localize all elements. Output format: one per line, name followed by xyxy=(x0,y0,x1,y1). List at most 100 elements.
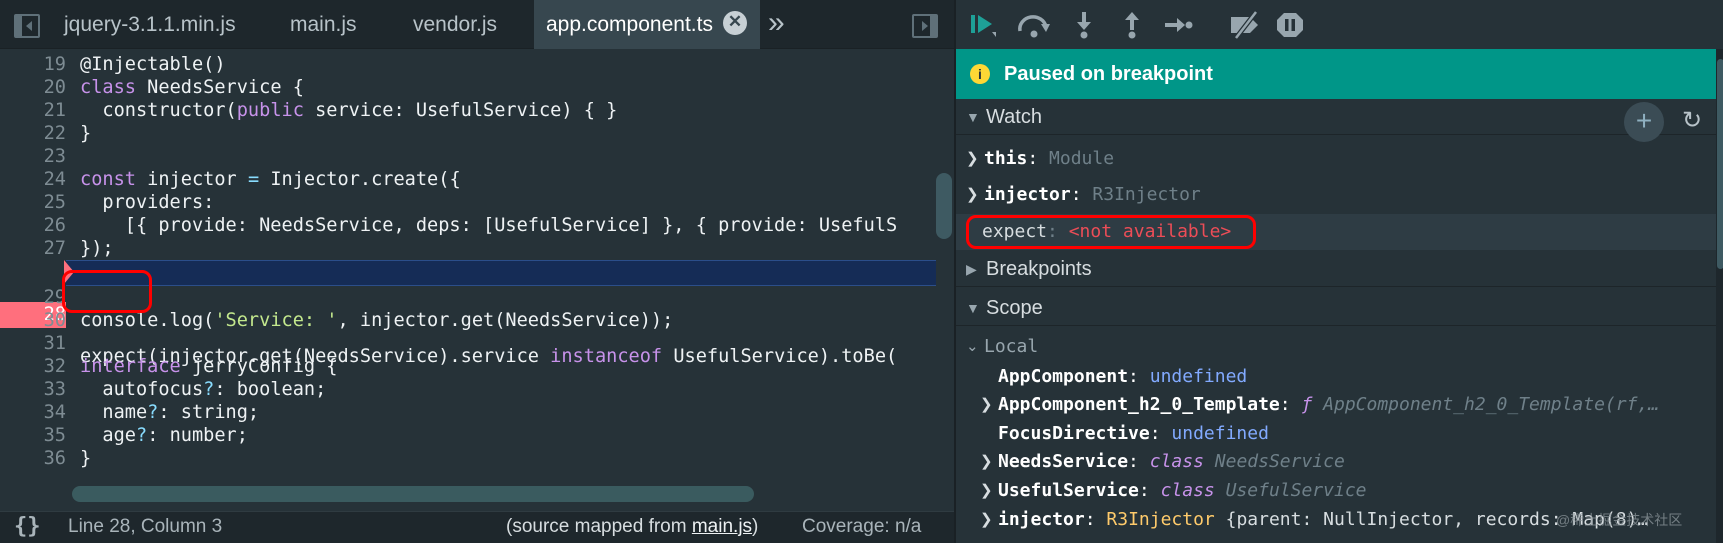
line-number[interactable]: 22 xyxy=(0,122,66,145)
line-number[interactable]: 24 xyxy=(0,168,66,191)
pretty-print-button[interactable]: {} xyxy=(14,512,41,542)
chevron-right-icon[interactable]: ❯ xyxy=(966,180,979,210)
scrollbar-thumb[interactable] xyxy=(1717,59,1723,269)
line-number[interactable]: 27 xyxy=(0,237,66,260)
tab-jquery[interactable]: jquery-3.1.1.min.js xyxy=(52,0,248,49)
code-line: 33 autofocus?: boolean; xyxy=(0,378,954,401)
code-text: constructor(public service: UsefulServic… xyxy=(80,100,618,121)
code-line: 21 constructor(public service: UsefulSer… xyxy=(0,99,954,122)
line-number[interactable]: 30 xyxy=(0,309,66,332)
code-text: name?: string; xyxy=(80,402,260,423)
line-number[interactable]: 31 xyxy=(0,332,66,355)
chevron-right-icon[interactable]: ❯ xyxy=(980,447,993,477)
code-line: 27}); xyxy=(0,237,954,260)
code-line: 22} xyxy=(0,122,954,145)
line-number[interactable]: 34 xyxy=(0,401,66,424)
code-line: 24 const injector = Injector.create({ xyxy=(0,168,954,191)
line-number[interactable]: 20 xyxy=(0,76,66,99)
resume-icon[interactable] xyxy=(968,10,1000,40)
code-area[interactable]: 19 @Injectable() 20 class NeedsService { 2… xyxy=(0,49,954,511)
scope-variable[interactable]: FocusDirective: undefined xyxy=(956,419,1716,449)
step-icon[interactable] xyxy=(1162,10,1194,40)
code-text: [{ provide: NeedsService, deps: [UsefulS… xyxy=(80,215,898,236)
step-over-icon[interactable] xyxy=(1014,10,1054,40)
chevron-right-icon[interactable]: ❯ xyxy=(980,390,993,420)
step-out-icon[interactable] xyxy=(1116,10,1148,40)
code-text: } xyxy=(80,123,92,144)
chevron-down-icon: ▼ xyxy=(966,109,980,125)
highlight-expect-annotation xyxy=(62,270,152,313)
code-line: 34 name?: string; xyxy=(0,401,954,424)
info-icon: i xyxy=(970,64,990,84)
scope-variable[interactable]: ❯ UsefulService: class UsefulService xyxy=(956,476,1716,506)
watermark: @稀土掘金技术社区 xyxy=(1556,512,1683,528)
paused-banner: i Paused on breakpoint xyxy=(956,49,1716,99)
scope-variable[interactable]: AppComponent: undefined xyxy=(956,362,1716,392)
paused-label: Paused on breakpoint xyxy=(1004,63,1213,85)
tab-main-js[interactable]: main.js xyxy=(278,0,369,49)
current-line-highlight xyxy=(66,260,936,286)
line-number[interactable]: 23 xyxy=(0,145,66,168)
chevron-right-icon[interactable]: ❯ xyxy=(980,476,993,506)
code-text: } xyxy=(80,448,92,469)
code-line: 19 @Injectable() xyxy=(0,53,954,76)
line-number[interactable]: 21 xyxy=(0,99,66,122)
code-line: 25 providers: xyxy=(0,191,954,214)
watch-title: Watch xyxy=(986,106,1042,128)
line-number[interactable]: 36 xyxy=(0,447,66,470)
watch-item[interactable]: ❯ injector: R3Injector xyxy=(956,180,1716,210)
chevron-right-icon: ▶ xyxy=(966,261,977,277)
cursor-position: Line 28, Column 3 xyxy=(68,516,223,537)
more-tabs-icon[interactable]: » xyxy=(768,0,785,46)
source-editor: jquery-3.1.1.min.js main.js vendor.js ap… xyxy=(0,0,954,543)
code-line: 31 xyxy=(0,332,954,355)
chevron-down-icon[interactable]: ⌄ xyxy=(966,332,979,362)
close-tab-icon[interactable]: ✕ xyxy=(722,11,747,36)
code-line: 26 [{ provide: NeedsService, deps: [Usef… xyxy=(0,214,954,237)
line-number[interactable]: 33 xyxy=(0,378,66,401)
scope-variable[interactable]: ❯ NeedsService: class NeedsService xyxy=(956,447,1716,477)
line-number[interactable]: 32 xyxy=(0,355,66,378)
line-number[interactable]: 29 xyxy=(0,286,66,309)
line-number[interactable]: 25 xyxy=(0,191,66,214)
coverage-status: Coverage: n/a xyxy=(802,516,922,537)
scope-variable[interactable]: ❯ AppComponent_h2_0_Template: ƒ AppCompo… xyxy=(956,390,1716,420)
code-text: @Injectable() xyxy=(80,54,226,75)
code-text: }); xyxy=(80,238,114,259)
step-into-icon[interactable] xyxy=(1068,10,1100,40)
debugger-vertical-scrollbar[interactable] xyxy=(1716,49,1723,543)
code-line: 20 class NeedsService { xyxy=(0,76,954,99)
editor-tab-bar: jquery-3.1.1.min.js main.js vendor.js ap… xyxy=(0,0,954,49)
chevron-down-icon: ▼ xyxy=(966,300,980,316)
toggle-debugger-icon[interactable] xyxy=(912,14,938,38)
tab-app-component-ts[interactable]: app.component.ts ✕ xyxy=(534,0,760,49)
add-watch-expression-button[interactable]: + xyxy=(1624,102,1664,142)
code-text: age?: number; xyxy=(80,425,248,446)
watch-section-header[interactable]: ▼ Watch xyxy=(956,99,1716,135)
breakpoints-section-header[interactable]: ▶ Breakpoints xyxy=(956,251,1716,287)
breakpoints-title: Breakpoints xyxy=(986,258,1092,280)
chevron-right-icon[interactable]: ❯ xyxy=(980,505,993,535)
tab-vendor-js[interactable]: vendor.js xyxy=(401,0,509,49)
code-line: 36} xyxy=(0,447,954,470)
source-map-link[interactable]: main.js xyxy=(692,516,752,537)
code-text: autofocus?: boolean; xyxy=(80,379,327,400)
deactivate-breakpoints-icon[interactable] xyxy=(1228,10,1262,40)
watch-item[interactable]: ❯ this: Module xyxy=(956,144,1716,174)
scope-title: Scope xyxy=(986,297,1043,319)
editor-vertical-scrollbar[interactable] xyxy=(936,173,952,239)
code-text: class NeedsService { xyxy=(80,77,304,98)
refresh-watch-icon[interactable]: ↻ xyxy=(1676,104,1708,138)
line-number[interactable]: 19 xyxy=(0,53,66,76)
code-line: 32 interface jerryConfig { xyxy=(0,355,954,378)
pause-on-exceptions-icon[interactable] xyxy=(1274,10,1306,40)
toggle-navigator-icon[interactable] xyxy=(14,14,40,38)
highlight-expect-watch xyxy=(966,215,1256,249)
scope-local-header[interactable]: ⌄ Local xyxy=(956,332,1716,362)
line-number[interactable]: 35 xyxy=(0,424,66,447)
scope-section-header[interactable]: ▼ Scope xyxy=(956,290,1716,326)
editor-status-bar: {} Line 28, Column 3 (source mapped from… xyxy=(0,511,954,543)
line-number[interactable]: 26 xyxy=(0,214,66,237)
editor-horizontal-scrollbar[interactable] xyxy=(72,486,754,502)
chevron-right-icon[interactable]: ❯ xyxy=(966,144,979,174)
